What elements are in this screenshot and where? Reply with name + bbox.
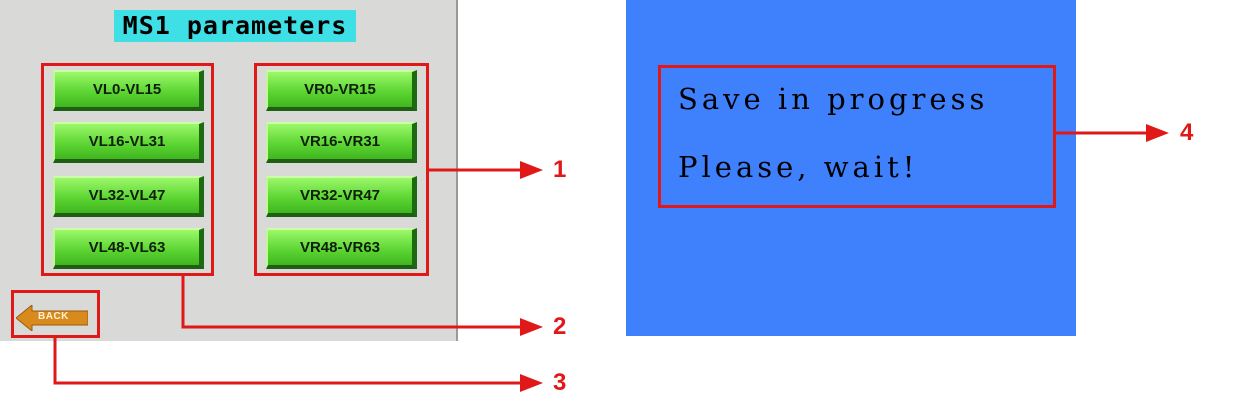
vr0-vr15-button[interactable]: VR0-VR15 <box>266 70 417 111</box>
callout-number-2: 2 <box>553 313 567 340</box>
vl32-vl47-button[interactable]: VL32-VL47 <box>53 176 204 217</box>
callout-number-4: 4 <box>1180 119 1194 146</box>
vl0-vl15-button[interactable]: VL0-VL15 <box>53 70 204 111</box>
callout-number-3: 3 <box>553 369 567 396</box>
vr16-vr31-button[interactable]: VR16-VR31 <box>266 122 417 163</box>
screen-edge <box>456 0 458 341</box>
vl-button-group: VL0-VL15 VL16-VL31 VL32-VL47 VL48-VL63 <box>41 63 214 276</box>
vl16-vl31-button[interactable]: VL16-VL31 <box>53 122 204 163</box>
vr32-vr47-button[interactable]: VR32-VR47 <box>266 176 417 217</box>
save-message: Save in progress <box>678 82 989 116</box>
callout-number-1: 1 <box>553 156 567 183</box>
back-label: BACK <box>38 311 69 322</box>
arrow-right-icon <box>1146 124 1169 142</box>
arrow-right-icon <box>520 161 543 179</box>
arrow-right-icon <box>520 374 543 392</box>
arrow-right-icon <box>520 318 543 336</box>
vl48-vl63-button[interactable]: VL48-VL63 <box>53 228 204 269</box>
wait-message: Please, wait! <box>678 150 919 184</box>
screen-title: MS1 parameters <box>114 10 356 42</box>
vr48-vr63-button[interactable]: VR48-VR63 <box>266 228 417 269</box>
back-button[interactable]: BACK <box>15 303 89 333</box>
vr-button-group: VR0-VR15 VR16-VR31 VR32-VR47 VR48-VR63 <box>254 63 429 276</box>
